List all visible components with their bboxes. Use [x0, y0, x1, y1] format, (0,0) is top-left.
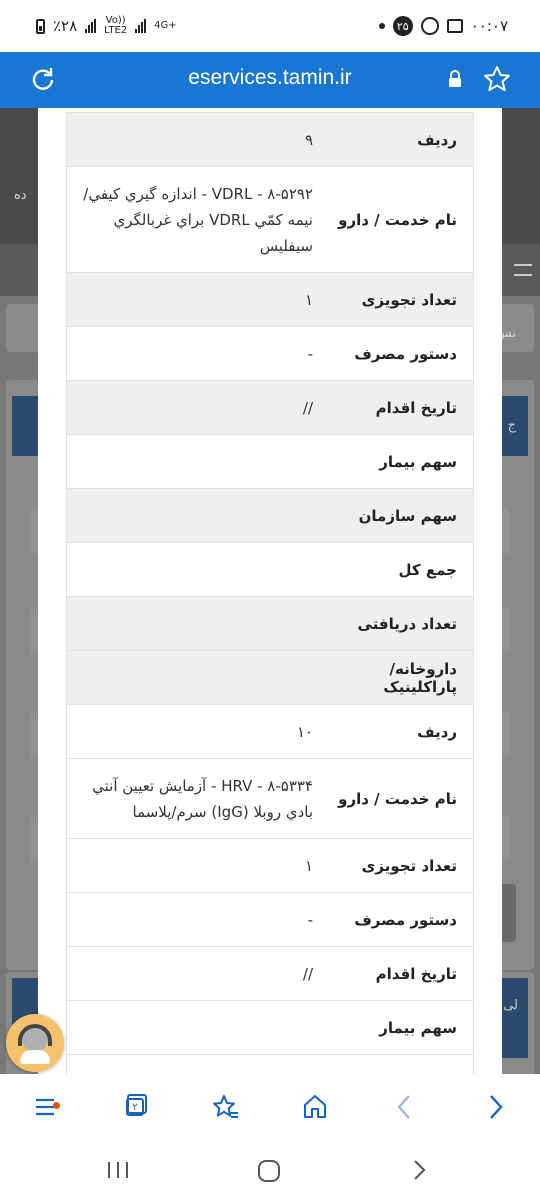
back-button[interactable]: [388, 1090, 422, 1124]
chevron-left-icon: [397, 1095, 410, 1119]
row-label: جمع کل: [398, 560, 457, 579]
table-row: تعداد دریافتی: [67, 597, 473, 651]
background-menu-icon: [514, 264, 532, 276]
details-table: ردیف ۹ نام خدمت / دارو ۸-۵۲۹۲ - VDRL - ا…: [66, 112, 474, 1074]
table-row: سهم سازمان: [67, 1055, 473, 1074]
row-value: ۱: [304, 856, 313, 875]
signal-icon-2: [135, 19, 147, 33]
recent-apps-icon[interactable]: [106, 1160, 130, 1180]
chevron-right-icon: [490, 1095, 503, 1119]
row-label: داروخانه/پاراکلینیک: [383, 659, 457, 696]
lock-icon[interactable]: [448, 70, 462, 88]
row-value: //: [302, 964, 313, 983]
table-row: سهم بیمار: [67, 435, 473, 489]
status-bar: ٪۲۸ Vo)) LTE2 4G+ ۲۵ ۰۰:۰۷: [0, 0, 540, 52]
row-value: [67, 1055, 323, 1074]
row-label: نام خدمت / دارو: [338, 789, 457, 808]
status-time: ۰۰:۰۷: [470, 17, 508, 35]
bookmarks-button[interactable]: [208, 1090, 242, 1124]
row-label: نام خدمت / دارو: [338, 210, 457, 229]
row-label: تعداد دریافتی: [357, 614, 457, 633]
table-row: نام خدمت / دارو ۸-۵۳۳۴ - HRV - آزمايش تع…: [67, 759, 473, 839]
network-type: 4G+: [154, 20, 177, 31]
forward-button[interactable]: [478, 1090, 512, 1124]
row-label: تاریخ اقدام: [375, 964, 457, 983]
table-row: تعداد تجویزی ۱: [67, 273, 473, 327]
home-system-icon[interactable]: [257, 1159, 281, 1183]
gallery-icon: [446, 19, 463, 33]
home-icon: [304, 1095, 326, 1118]
service-details-modal[interactable]: ردیف ۹ نام خدمت / دارو ۸-۵۲۹۲ - VDRL - ا…: [38, 108, 502, 1074]
row-value: ۱: [304, 290, 313, 309]
row-value: [67, 597, 323, 650]
row-label: تعداد تجویزی: [361, 856, 457, 875]
row-value: ۸-۵۳۳۴ - HRV - آزمايش تعيين آنتي بادي رو…: [92, 776, 313, 821]
row-label: سهم بیمار: [379, 452, 457, 471]
bookmark-star-icon[interactable]: [482, 64, 512, 94]
background-bottom-text: لی: [503, 998, 518, 1013]
background-header-text: ده: [14, 188, 27, 203]
volte-indicator: Vo)) LTE2: [104, 16, 127, 36]
menu-button[interactable]: [28, 1090, 62, 1124]
row-label: دستور مصرف: [354, 910, 457, 929]
table-row: تعداد تجویزی ۱: [67, 839, 473, 893]
bookmarks-star-icon: [213, 1095, 238, 1118]
tab-count-badge: ۲: [126, 1098, 144, 1116]
table-row: سهم بیمار: [67, 1001, 473, 1055]
status-left-group: ٪۲۸ Vo)) LTE2 4G+: [36, 16, 177, 36]
row-label: ردیف: [417, 130, 457, 149]
row-label: ردیف: [417, 722, 457, 741]
table-row: نام خدمت / دارو ۸-۵۲۹۲ - VDRL - اندازه گ…: [67, 167, 473, 273]
battery-icon: [36, 18, 45, 34]
browser-toolbar: eservices.tamin.ir: [0, 52, 540, 108]
support-chat-button[interactable]: [6, 1014, 64, 1072]
row-label: سهم سازمان: [358, 506, 457, 525]
background-card-title: ج: [507, 418, 516, 433]
row-value: //: [302, 398, 313, 417]
row-label: سهم بیمار: [379, 1018, 457, 1037]
table-row: ردیف ۹: [67, 113, 473, 167]
row-value: [67, 435, 323, 488]
support-agent-body-icon: [20, 1050, 50, 1064]
headset-icon: [18, 1024, 52, 1046]
battery-percent: ٪۲۸: [53, 17, 78, 35]
row-label: دستور مصرف: [354, 344, 457, 363]
row-value: [67, 1001, 323, 1054]
menu-notification-dot-icon: [53, 1102, 60, 1109]
table-row: سهم سازمان: [67, 489, 473, 543]
status-right-group: ۲۵ ۰۰:۰۷: [378, 16, 508, 36]
table-row: دستور مصرف -: [67, 893, 473, 947]
row-value: ۸-۵۲۹۲ - VDRL - اندازه گيري كيفي/نيمه كم…: [83, 184, 313, 255]
row-value: ۹: [304, 130, 313, 149]
row-label: تعداد تجویزی: [361, 290, 457, 309]
row-value: [67, 651, 323, 704]
row-value: ۱۰: [296, 722, 313, 741]
lte-label: LTE2: [104, 25, 128, 36]
row-value: -: [307, 344, 313, 363]
notification-dot-icon: [378, 23, 385, 29]
home-button[interactable]: [298, 1090, 332, 1124]
row-label: سهم سازمان: [323, 1055, 473, 1075]
notification-count-badge: ۲۵: [392, 16, 413, 36]
row-label: تاریخ اقدام: [375, 398, 457, 417]
row-value: -: [307, 910, 313, 929]
row-value: [67, 489, 323, 542]
table-row: تاریخ اقدام //: [67, 947, 473, 1001]
browser-bottom-nav: ۲: [0, 1074, 540, 1140]
tabs-button[interactable]: ۲: [118, 1090, 152, 1124]
table-row: جمع کل: [67, 543, 473, 597]
row-value: [67, 543, 323, 596]
signal-icon: [85, 19, 97, 33]
table-row: تاریخ اقدام //: [67, 381, 473, 435]
table-row: دستور مصرف -: [67, 327, 473, 381]
table-row: داروخانه/پاراکلینیک: [67, 651, 473, 705]
back-system-icon[interactable]: [410, 1158, 428, 1182]
whatsapp-icon: [420, 17, 439, 35]
system-nav-bar: [0, 1140, 540, 1200]
table-row: ردیف ۱۰: [67, 705, 473, 759]
